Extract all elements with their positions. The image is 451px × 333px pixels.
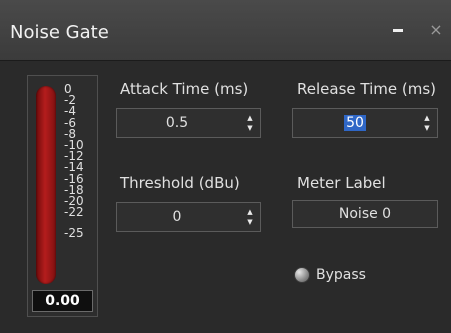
- release-time-value[interactable]: 50: [344, 115, 366, 131]
- radio-icon[interactable]: [294, 267, 310, 283]
- attack-time-label: Attack Time (ms): [120, 80, 249, 98]
- threshold-value[interactable]: 0: [117, 203, 237, 231]
- attack-time-value[interactable]: 0.5: [117, 109, 237, 137]
- threshold-label: Threshold (dBu): [120, 174, 240, 192]
- meter-tick: -25: [64, 226, 84, 241]
- meter-label-field[interactable]: Noise 0: [292, 200, 438, 228]
- spin-arrows-icon[interactable]: ▲ ▼: [245, 113, 255, 133]
- threshold-spinbox[interactable]: 0 ▲ ▼: [116, 202, 261, 232]
- spin-arrows-icon[interactable]: ▲ ▼: [245, 207, 255, 227]
- release-time-label: Release Time (ms): [297, 80, 436, 98]
- attack-time-spinbox[interactable]: 0.5 ▲ ▼: [116, 108, 261, 138]
- minimize-icon[interactable]: [392, 24, 404, 36]
- spin-arrows-icon[interactable]: ▲ ▼: [422, 113, 432, 133]
- noise-gate-window: Noise Gate × 0 -2 -4 -6 -8 -10 -12 -14 -…: [0, 0, 451, 333]
- bypass-toggle[interactable]: Bypass: [294, 265, 366, 285]
- meter-bar: [36, 86, 56, 284]
- level-meter: 0 -2 -4 -6 -8 -10 -12 -14 -16 -18 -20 -2…: [27, 75, 98, 317]
- titlebar[interactable]: Noise Gate ×: [0, 0, 451, 61]
- close-icon[interactable]: ×: [428, 20, 444, 40]
- meter-tick: -22: [64, 205, 84, 220]
- release-time-value-wrapper[interactable]: 50: [293, 109, 417, 137]
- window-title: Noise Gate: [10, 22, 109, 43]
- meter-scale: 0 -2 -4 -6 -8 -10 -12 -14 -16 -18 -20 -2…: [64, 83, 94, 241]
- meter-label-label: Meter Label: [297, 174, 386, 192]
- bypass-label[interactable]: Bypass: [316, 267, 366, 283]
- meter-value-readout: 0.00: [32, 290, 93, 312]
- release-time-spinbox[interactable]: 50 ▲ ▼: [292, 108, 438, 138]
